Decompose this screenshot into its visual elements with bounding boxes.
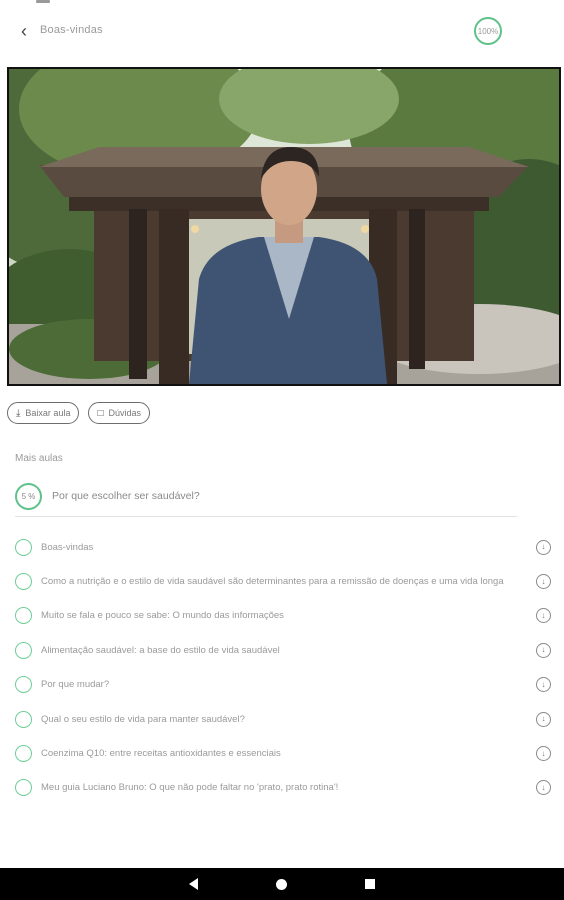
lesson-actions: ⤓ Baixar aula □ Dúvidas (7, 402, 151, 426)
current-module[interactable]: 5 % Por que escolher ser saudável? (15, 482, 517, 510)
lesson-list: Boas-vindas ↓ Como a nutrição e o estilo… (15, 530, 551, 805)
lesson-item[interactable]: Meu guia Luciano Bruno: O que não pode f… (15, 771, 551, 805)
lesson-item[interactable]: Qual o seu estilo de vida para manter sa… (15, 702, 551, 736)
circle-check-icon[interactable] (15, 538, 32, 556)
chevron-left-icon: ‹ (21, 20, 27, 41)
questions-button[interactable]: □ Dúvidas (88, 402, 151, 424)
lesson-title: Coenzima Q10: entre receitas antioxidant… (41, 748, 281, 760)
lesson-title: Meu guia Luciano Bruno: O que não pode f… (41, 782, 339, 794)
status-bar (0, 0, 564, 6)
lesson-title: Boas-vindas (41, 541, 94, 553)
lesson-item[interactable]: Boas-vindas ↓ (15, 530, 551, 564)
page-title: Boas-vindas (40, 24, 103, 36)
questions-label: Dúvidas (108, 408, 142, 418)
download-circle-icon[interactable]: ↓ (536, 642, 551, 658)
circle-check-icon[interactable] (15, 779, 32, 797)
download-circle-icon[interactable]: ↓ (536, 746, 551, 762)
lesson-item[interactable]: Muito se fala e pouco se sabe: O mundo d… (15, 599, 551, 633)
video-player[interactable] (7, 67, 561, 386)
lesson-item[interactable]: Como a nutrição e o estilo de vida saudá… (15, 564, 551, 598)
chat-icon: □ (97, 407, 104, 419)
module-progress-ring: 5 % (15, 482, 42, 510)
circle-check-icon[interactable] (15, 710, 32, 728)
lesson-title: Qual o seu estilo de vida para manter sa… (41, 713, 245, 725)
circle-check-icon[interactable] (15, 573, 32, 591)
lesson-title: Muito se fala e pouco se sabe: O mundo d… (41, 610, 284, 622)
download-lesson-label: Baixar aula (25, 408, 71, 418)
divider (15, 516, 517, 517)
system-navigation-bar (0, 868, 564, 900)
download-circle-icon[interactable]: ↓ (536, 780, 551, 796)
download-circle-icon[interactable]: ↓ (536, 677, 551, 693)
lesson-item[interactable]: Por que mudar? ↓ (15, 668, 551, 702)
download-circle-icon[interactable]: ↓ (536, 711, 551, 727)
download-lesson-button[interactable]: ⤓ Baixar aula (7, 402, 80, 424)
lesson-item[interactable]: Coenzima Q10: entre receitas antioxidant… (15, 736, 551, 770)
status-indicator (36, 0, 50, 3)
lesson-title: Como a nutrição e o estilo de vida saudá… (41, 576, 504, 588)
circle-check-icon[interactable] (15, 641, 32, 659)
nav-recents-icon[interactable] (365, 879, 375, 889)
lesson-title: Por que mudar? (41, 679, 110, 691)
app-header: ‹ Boas-vindas 100% (0, 8, 564, 54)
nav-home-icon[interactable] (276, 878, 287, 890)
nav-back-icon[interactable] (189, 878, 198, 890)
lesson-item[interactable]: Alimentação saudável: a base do estilo d… (15, 633, 551, 667)
download-icon: ⤓ (16, 407, 21, 419)
download-circle-icon[interactable]: ↓ (536, 574, 551, 590)
circle-check-icon[interactable] (15, 745, 32, 763)
circle-check-icon[interactable] (15, 676, 32, 694)
section-heading: Mais aulas (15, 453, 63, 464)
circle-check-icon[interactable] (15, 607, 32, 625)
course-progress-indicator: 100% (474, 17, 502, 45)
module-title: Por que escolher ser saudável? (52, 490, 200, 502)
download-circle-icon[interactable]: ↓ (536, 608, 551, 624)
download-circle-icon[interactable]: ↓ (536, 539, 551, 555)
video-thumbnail (9, 69, 559, 384)
back-button[interactable]: ‹ (13, 20, 35, 42)
lesson-title: Alimentação saudável: a base do estilo d… (41, 644, 280, 656)
